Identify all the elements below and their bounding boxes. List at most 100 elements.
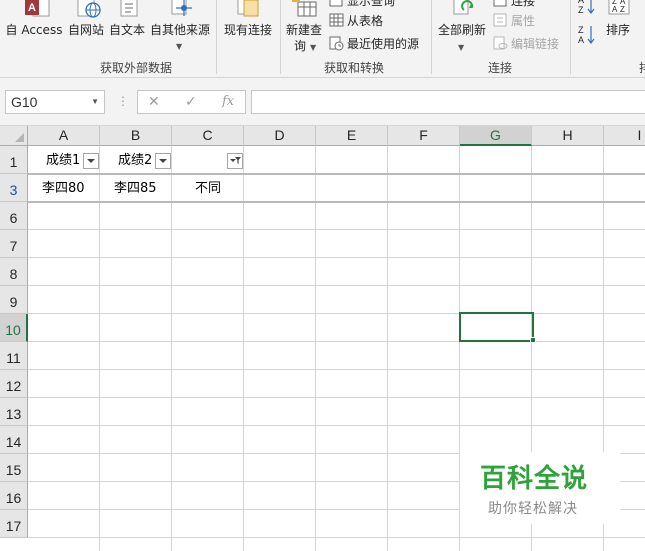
row-header-14[interactable]: 14 xyxy=(0,426,28,454)
properties-label: 属性 xyxy=(511,14,536,28)
from-text-button[interactable]: 自文本 xyxy=(107,0,147,56)
sort-za-bottom-letter: A xyxy=(578,35,584,45)
existing-connections-button[interactable]: 现有连接 xyxy=(220,0,276,56)
from-access-button[interactable]: A 自 Access xyxy=(4,0,64,56)
cell-A3[interactable]: 李四80 xyxy=(42,175,100,202)
worksheet[interactable]: ABCDEFGHI 1 3 6 7 8 9 10 11 12 13 14 15 16 17 成绩1 成绩2… xyxy=(0,126,645,551)
cell-A1[interactable]: 成绩1 xyxy=(46,147,86,174)
column-header-A[interactable]: A xyxy=(28,126,100,146)
from-table-button[interactable]: 从表格 xyxy=(329,12,383,29)
chevron-down-icon[interactable]: ▼ xyxy=(91,97,99,106)
row-gridline xyxy=(28,257,645,258)
group-label-get-transform: 获取和转换 xyxy=(324,61,385,75)
column-header-D[interactable]: D xyxy=(244,126,316,146)
connections-label: 连接 xyxy=(511,0,536,8)
recent-sources-button[interactable]: 最近使用的源 xyxy=(329,35,419,52)
row-header-11[interactable]: 11 xyxy=(0,342,28,370)
chevron-down-icon: ▼ xyxy=(458,43,465,52)
cell-C1[interactable] xyxy=(174,147,224,174)
sort-az-bottom-letter: Z xyxy=(578,5,584,15)
column-header-G[interactable]: G xyxy=(460,126,532,146)
formula-bar-resize-handle[interactable]: ⋮ xyxy=(117,94,129,108)
row-gridline xyxy=(28,537,645,538)
row-header-13[interactable]: 13 xyxy=(0,398,28,426)
new-query-button[interactable]: 新建查 询 ▼ xyxy=(284,0,324,56)
table-icon xyxy=(329,13,344,27)
row-header-1[interactable]: 1 xyxy=(0,146,28,174)
filter-dropdown-button-A[interactable] xyxy=(83,153,99,169)
access-db-icon: A xyxy=(25,0,50,17)
row-header-17[interactable]: 17 xyxy=(0,510,28,538)
group-divider xyxy=(431,0,432,74)
recent-sources-label: 最近使用的源 xyxy=(347,37,420,51)
sort-ascending-button[interactable]: A Z xyxy=(578,0,596,16)
cancel-icon[interactable]: ✕ xyxy=(148,94,160,110)
column-header-F[interactable]: F xyxy=(388,126,460,146)
filter-funnel-icon xyxy=(230,157,241,164)
row-gridline xyxy=(28,425,645,426)
sort-button[interactable]: Z A A Z 排序 xyxy=(600,0,636,56)
sort-descending-button[interactable]: Z A xyxy=(578,24,596,46)
filter-active-button-C[interactable] xyxy=(227,153,243,169)
row-header-3[interactable]: 3 xyxy=(0,174,28,202)
row-header-8[interactable]: 8 xyxy=(0,258,28,286)
from-other-sources-button[interactable]: 自其他来源 ▼ xyxy=(148,0,212,56)
insert-function-icon[interactable]: fx xyxy=(222,94,234,109)
group-divider xyxy=(216,0,217,74)
select-all-button[interactable] xyxy=(0,126,28,146)
refresh-icon xyxy=(453,0,474,15)
row-gridline xyxy=(28,397,645,398)
sort-label: 排序 xyxy=(605,23,630,37)
column-header-E[interactable]: E xyxy=(316,126,388,146)
edit-links-button[interactable]: 编辑链接 xyxy=(493,35,559,52)
recent-sources-icon xyxy=(329,36,344,51)
name-box-value: G10 xyxy=(11,94,38,110)
new-query-label-line2: 询 xyxy=(293,39,306,53)
from-table-label: 从表格 xyxy=(347,14,384,28)
row-header-6[interactable]: 6 xyxy=(0,202,28,230)
row-header-16[interactable]: 16 xyxy=(0,482,28,510)
group-label-sort-filter: 排 xyxy=(639,59,645,76)
enter-icon[interactable]: ✓ xyxy=(185,94,197,110)
sort-dialog-icon: Z A A Z xyxy=(608,0,630,15)
connections-icon xyxy=(493,0,507,7)
row-header-10[interactable]: 10 xyxy=(0,314,28,342)
row-gridline xyxy=(28,229,645,230)
cell-C3[interactable]: 不同 xyxy=(195,175,245,202)
row-header-15[interactable]: 15 xyxy=(0,454,28,482)
row-gridline xyxy=(28,285,645,286)
sort-za-top-letter: Z xyxy=(578,25,584,35)
from-web-button[interactable]: 自网站 xyxy=(66,0,106,56)
show-queries-label: 显示查询 xyxy=(347,0,396,8)
column-header-C[interactable]: C xyxy=(172,126,244,146)
refresh-all-button[interactable]: 全部刷新 ▼ xyxy=(436,0,488,56)
existing-connections-icon xyxy=(237,0,259,17)
column-gridline xyxy=(99,146,100,551)
name-box[interactable]: G10 ▼ xyxy=(5,90,105,114)
cell-B3[interactable]: 李四85 xyxy=(114,175,172,202)
edit-links-label: 编辑链接 xyxy=(511,37,560,51)
connections-button[interactable]: 连接 xyxy=(493,0,535,9)
properties-button[interactable]: 属性 xyxy=(493,12,535,29)
column-gridline xyxy=(315,146,316,551)
row-header-9[interactable]: 9 xyxy=(0,286,28,314)
watermark-subtitle: 助你轻松解决 xyxy=(488,501,578,517)
filter-dropdown-button-B[interactable] xyxy=(155,153,171,169)
row-header-12[interactable]: 12 xyxy=(0,370,28,398)
from-access-label: 自 Access xyxy=(5,23,63,37)
watermark-title: 百科全说 xyxy=(480,464,589,494)
watermark-logo: 百科全说 助你轻松解决 xyxy=(460,452,620,524)
dropdown-arrow-icon xyxy=(87,159,95,163)
column-header-I[interactable]: I xyxy=(604,126,645,146)
row-header-7[interactable]: 7 xyxy=(0,230,28,258)
column-header-B[interactable]: B xyxy=(100,126,172,146)
active-cell-selection[interactable] xyxy=(459,312,534,342)
formula-bar: G10 ▼ ⋮ ✕ ✓ fx xyxy=(0,78,645,126)
refresh-all-label: 全部刷新 xyxy=(437,23,486,37)
show-queries-button[interactable]: 显示查询 xyxy=(329,0,395,9)
fill-handle[interactable] xyxy=(530,337,536,343)
row-gridline xyxy=(28,341,645,342)
cell-B1[interactable]: 成绩2 xyxy=(118,147,158,174)
column-header-H[interactable]: H xyxy=(532,126,604,146)
formula-input[interactable] xyxy=(251,90,645,114)
